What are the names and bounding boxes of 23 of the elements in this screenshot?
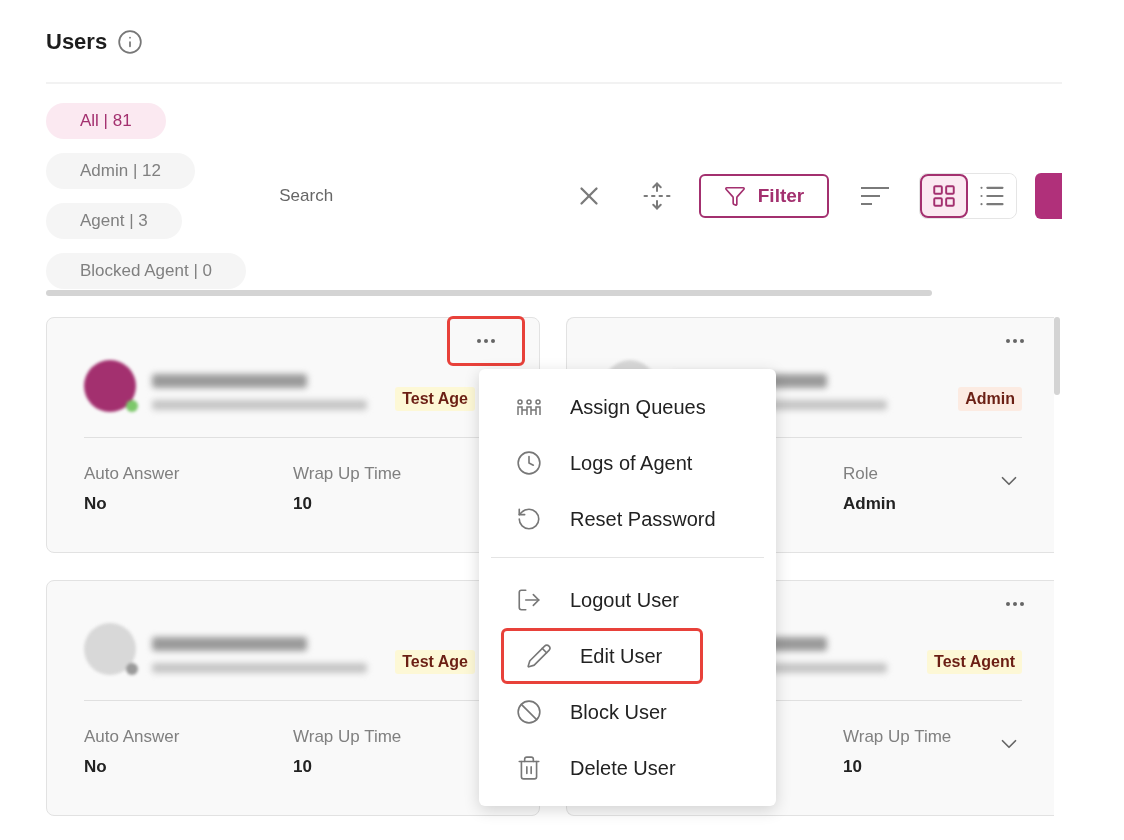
- field-label: Wrap Up Time: [843, 727, 953, 747]
- role-badge: Admin: [958, 387, 1022, 411]
- filter-chip[interactable]: Admin | 12: [46, 153, 195, 189]
- field-value: 10: [843, 757, 863, 777]
- role-badge: Test Age: [395, 387, 475, 411]
- filter-button[interactable]: Filter: [699, 174, 829, 218]
- field-label: Auto Answer: [84, 464, 181, 484]
- filter-chip[interactable]: Blocked Agent | 0: [46, 253, 246, 289]
- filter-chip[interactable]: All | 81: [46, 103, 166, 139]
- field-label: Auto Answer: [84, 727, 181, 747]
- field-value: No: [84, 494, 108, 514]
- field-value: 10: [293, 757, 313, 777]
- field-value: Admin: [843, 494, 897, 514]
- field-value: No: [84, 757, 108, 777]
- menu-item[interactable]: Edit User: [501, 628, 703, 684]
- filter-chip[interactable]: Agent | 3: [46, 203, 182, 239]
- field-value: 10: [293, 494, 313, 514]
- role-badge: Test Agent: [927, 650, 1022, 674]
- role-badge: Test Age: [395, 650, 475, 674]
- field-label: Wrap Up Time: [293, 464, 403, 484]
- field-label: Wrap Up Time: [293, 727, 403, 747]
- field-label: Role: [843, 464, 879, 484]
- page-title: Users: [46, 29, 108, 55]
